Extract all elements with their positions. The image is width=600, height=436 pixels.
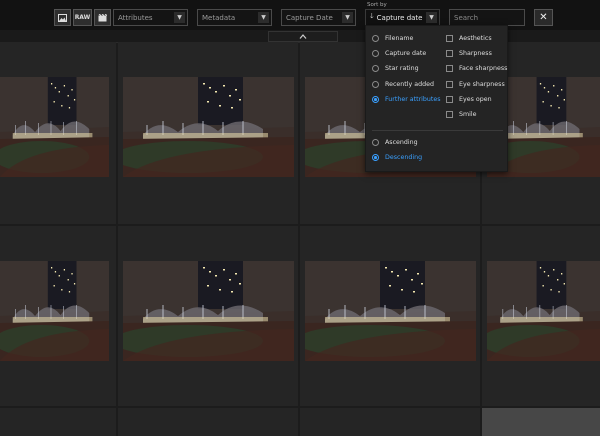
- radio-button[interactable]: [372, 80, 379, 88]
- sort-option-item[interactable]: Star rating: [372, 65, 419, 73]
- radio-button[interactable]: [372, 139, 379, 146]
- option-label: Smile: [459, 111, 477, 118]
- metadata-dropdown-label: Metadata: [202, 13, 236, 22]
- night-plaza-photo: [123, 77, 294, 177]
- checkbox[interactable]: [446, 80, 453, 88]
- checkbox[interactable]: [446, 50, 453, 58]
- radio-button[interactable]: [372, 154, 379, 161]
- attribute-checkbox-item[interactable]: Face sharpness: [446, 65, 508, 73]
- image-icon: [58, 13, 67, 22]
- media-filter-group: RAW: [54, 9, 111, 26]
- close-icon: ✕: [539, 12, 548, 23]
- grid-cell[interactable]: [482, 408, 600, 436]
- grid-cell[interactable]: [118, 408, 298, 436]
- sort-direction-icon: 🡓: [370, 12, 374, 20]
- raw-filter-button[interactable]: RAW: [73, 9, 92, 26]
- checkbox[interactable]: [446, 111, 453, 118]
- option-label: Sharpness: [459, 50, 492, 58]
- option-label: Eyes open: [459, 95, 492, 103]
- sort-dropdown-value: Capture date: [376, 13, 423, 22]
- option-label: Aesthetics: [459, 35, 492, 42]
- option-label: Star rating: [385, 65, 419, 73]
- checkbox[interactable]: [446, 35, 453, 42]
- capture-date-dropdown-label: Capture Date: [286, 13, 333, 22]
- menu-divider: [372, 130, 503, 131]
- grid-cell[interactable]: [0, 408, 116, 436]
- option-label: Eye sharpness: [459, 80, 505, 88]
- option-label: Ascending: [385, 139, 418, 146]
- photo-thumbnail[interactable]: [0, 77, 109, 177]
- sort-option-item[interactable]: Capture date: [372, 50, 427, 58]
- option-label: Filename: [385, 35, 414, 42]
- night-plaza-photo: [0, 261, 109, 361]
- sort-dropdown[interactable]: 🡓 Capture date ▼: [365, 9, 440, 26]
- radio-button[interactable]: [372, 50, 379, 58]
- photo-thumbnail[interactable]: [487, 261, 600, 361]
- sort-menu: Filename Capture date Star rating Recently …: [365, 25, 508, 172]
- chevron-down-icon: ▼: [426, 12, 437, 23]
- night-plaza-photo: [487, 261, 600, 361]
- radio-button[interactable]: [372, 65, 379, 73]
- photo-thumbnail[interactable]: [123, 77, 294, 177]
- grid-cell[interactable]: [300, 408, 480, 436]
- sort-option-item[interactable]: Descending: [372, 154, 422, 161]
- option-label: Recently added: [385, 80, 434, 88]
- attribute-checkbox-item[interactable]: Aesthetics: [446, 35, 492, 42]
- radio-button[interactable]: [372, 95, 379, 103]
- metadata-dropdown[interactable]: Metadata ▼: [197, 9, 272, 26]
- image-filter-button[interactable]: [54, 9, 71, 26]
- chevron-down-icon: ▼: [258, 12, 269, 23]
- attribute-checkbox-item[interactable]: Eye sharpness: [446, 80, 505, 88]
- attributes-dropdown-label: Attributes: [118, 13, 153, 22]
- chevron-down-icon: ▼: [174, 12, 185, 23]
- option-label: Descending: [385, 154, 423, 161]
- raw-label: RAW: [74, 14, 91, 21]
- night-plaza-photo: [0, 77, 109, 177]
- photo-thumbnail[interactable]: [0, 261, 109, 361]
- night-plaza-photo: [305, 261, 476, 361]
- close-button[interactable]: ✕: [534, 9, 553, 26]
- attribute-checkbox-item[interactable]: Eyes open: [446, 95, 492, 103]
- option-label: Further attributes: [385, 95, 441, 103]
- collapse-toolbar-button[interactable]: [268, 31, 338, 42]
- capture-date-dropdown[interactable]: Capture Date ▼: [281, 9, 356, 26]
- sort-option-item[interactable]: Further attributes: [372, 95, 441, 103]
- checkbox[interactable]: [446, 65, 453, 73]
- photo-thumbnail[interactable]: [123, 261, 294, 361]
- option-label: Face sharpness: [459, 65, 508, 73]
- video-filter-button[interactable]: [94, 9, 111, 26]
- attribute-checkbox-item[interactable]: Smile: [446, 111, 477, 118]
- checkbox[interactable]: [446, 95, 453, 103]
- sort-option-item[interactable]: Filename: [372, 35, 413, 42]
- photo-thumbnail[interactable]: [305, 261, 476, 361]
- search-input[interactable]: Search: [449, 9, 525, 26]
- chevron-up-icon: [299, 34, 307, 39]
- sort-option-item[interactable]: Recently added: [372, 80, 434, 88]
- sort-by-label: Sort by: [367, 2, 387, 8]
- chevron-down-icon: ▼: [342, 12, 353, 23]
- sort-option-item[interactable]: Ascending: [372, 139, 418, 146]
- search-placeholder: Search: [454, 13, 479, 22]
- photo-grid: [0, 42, 600, 436]
- night-plaza-photo: [123, 261, 294, 361]
- option-label: Capture date: [385, 50, 427, 58]
- attributes-dropdown[interactable]: Attributes ▼: [113, 9, 188, 26]
- radio-button[interactable]: [372, 35, 379, 42]
- attribute-checkbox-item[interactable]: Sharpness: [446, 50, 492, 58]
- video-icon: [98, 13, 107, 21]
